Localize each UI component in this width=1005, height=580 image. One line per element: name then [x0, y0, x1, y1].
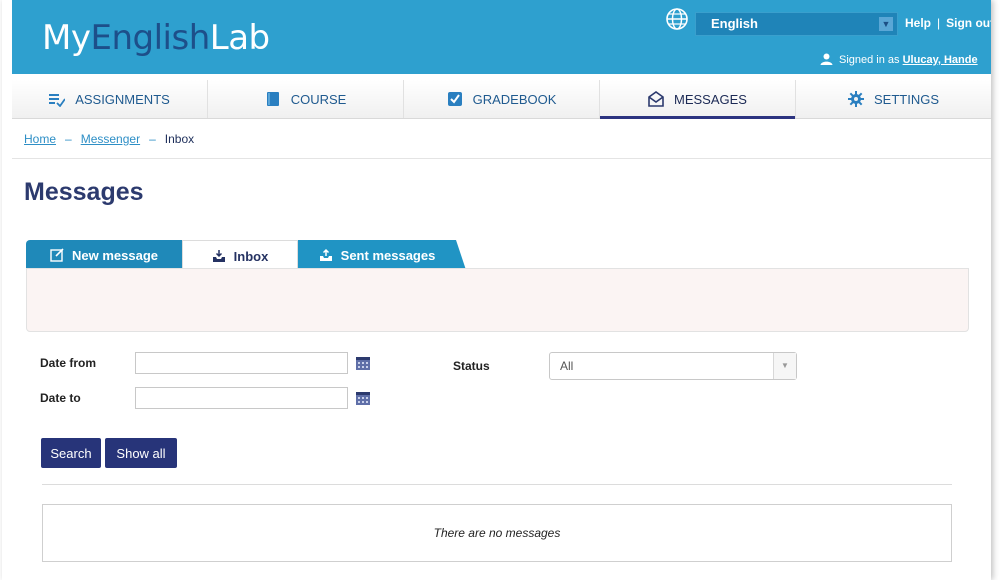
signed-in-prefix: Signed in as: [839, 54, 900, 66]
nav-gradebook-label: GRADEBOOK: [472, 91, 557, 107]
main-nav: ASSIGNMENTS COURSE GRADEBOOK MESSAGES SE…: [12, 80, 991, 119]
tab-inbox-label: Inbox: [233, 248, 269, 264]
tab-new-message[interactable]: New message: [26, 240, 182, 270]
signout-link[interactable]: Sign out: [946, 16, 991, 30]
envelope-icon: [648, 91, 664, 107]
user-icon: [820, 53, 833, 65]
help-link[interactable]: Help: [905, 16, 931, 30]
tab-content-panel: [26, 268, 969, 332]
status-value: All: [560, 359, 574, 373]
calendar-icon[interactable]: [356, 356, 370, 370]
nav-settings[interactable]: SETTINGS: [796, 80, 991, 118]
chevron-down-icon[interactable]: ▼: [773, 353, 796, 379]
breadcrumb-separator-icon: –: [149, 132, 156, 146]
nav-assignments[interactable]: ASSIGNMENTS: [12, 80, 208, 118]
language-select[interactable]: English ▼: [695, 12, 898, 36]
assignments-icon: [49, 94, 66, 107]
search-button[interactable]: Search: [41, 438, 101, 468]
nav-gradebook[interactable]: GRADEBOOK: [404, 80, 600, 118]
outbox-icon: [319, 248, 332, 261]
calendar-icon[interactable]: [356, 391, 370, 405]
breadcrumb: Home – Messenger – Inbox: [24, 132, 194, 146]
signed-in-info: Signed in as Ulucay, Hande: [820, 53, 978, 66]
gear-icon: [847, 91, 864, 107]
date-to-input[interactable]: [135, 387, 348, 409]
book-icon: [266, 92, 279, 106]
chevron-down-icon[interactable]: ▼: [879, 17, 893, 31]
nav-messages[interactable]: MESSAGES: [600, 80, 796, 119]
divider: [42, 484, 952, 485]
globe-icon: [666, 8, 688, 30]
myenglishlab-logo[interactable]: MyEnglishLab: [42, 18, 270, 58]
checkbox-icon: [447, 92, 462, 106]
nav-messages-label: MESSAGES: [674, 91, 747, 107]
date-from-label: Date from: [40, 356, 97, 370]
status-label: Status: [453, 359, 490, 373]
page-title: Messages: [24, 178, 144, 206]
breadcrumb-separator-icon: –: [65, 132, 72, 146]
top-links: Help | Sign out: [905, 16, 991, 30]
inbox-icon: [212, 250, 225, 262]
compose-icon: [50, 248, 64, 262]
divider: [12, 158, 991, 159]
empty-message: There are no messages: [433, 526, 561, 540]
nav-settings-label: SETTINGS: [873, 91, 939, 107]
language-value: English: [711, 16, 758, 31]
user-name-link[interactable]: Ulucay, Hande: [903, 54, 978, 66]
header-bar: MyEnglishLab English ▼ Help | Sign out Sig…: [12, 0, 991, 74]
tab-sent-label: Sent messages: [340, 247, 436, 263]
tab-inbox[interactable]: Inbox: [182, 240, 298, 271]
show-all-button[interactable]: Show all: [105, 438, 177, 468]
breadcrumb-messenger[interactable]: Messenger: [81, 132, 140, 146]
tab-new-message-label: New message: [72, 247, 158, 263]
nav-course-label: COURSE: [290, 91, 347, 107]
date-from-input[interactable]: [135, 352, 348, 374]
link-separator: |: [937, 16, 941, 30]
status-select[interactable]: All ▼: [549, 352, 797, 380]
breadcrumb-home[interactable]: Home: [24, 132, 56, 146]
tab-sent-messages[interactable]: Sent messages: [298, 240, 466, 270]
nav-assignments-label: ASSIGNMENTS: [75, 91, 170, 107]
date-to-label: Date to: [40, 391, 81, 405]
empty-results-box: There are no messages: [42, 504, 952, 562]
nav-course[interactable]: COURSE: [208, 80, 404, 118]
breadcrumb-current: Inbox: [164, 132, 195, 146]
app-window: MyEnglishLab English ▼ Help | Sign out Sig…: [2, 0, 991, 580]
